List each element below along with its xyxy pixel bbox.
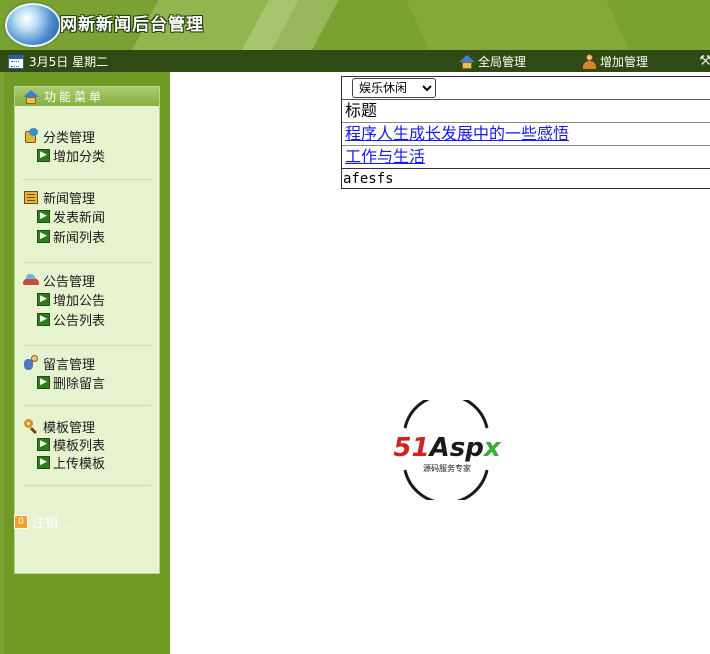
user-icon	[582, 54, 597, 69]
arrow-right-icon: ▶	[37, 375, 50, 389]
home-icon	[23, 89, 39, 104]
arrow-right-icon: ▶	[37, 292, 50, 306]
menu-item-delete-messages[interactable]: ▶ 删除留言	[15, 372, 159, 392]
template-icon	[23, 418, 39, 434]
menu-item-news-list[interactable]: ▶ 新闻列表	[15, 226, 159, 246]
group-label: 公告管理	[43, 274, 96, 290]
group-label: 留言管理	[43, 357, 96, 373]
menu-item-label: 删除留言	[53, 376, 106, 392]
date-display: 3月5日 星期二	[8, 53, 108, 70]
group-head-templates: 模板管理	[15, 417, 159, 436]
table-row: 程序人生成长发展中的一些感悟	[342, 123, 710, 146]
calendar-icon	[8, 54, 24, 69]
group-label: 模板管理	[43, 420, 96, 436]
logout-label: 注销...	[32, 516, 71, 531]
menu-group-messages: 留言管理 ▶ 删除留言	[15, 354, 159, 392]
menu-group-notice: 公告管理 ▶ 增加公告 ▶ 公告列表	[15, 271, 159, 329]
add-admin-label: 增加管理	[600, 55, 649, 69]
main-content: 娱乐休闲 标题 程序人生成长发展中的一些感悟 工作与生活 afesfs 51As…	[170, 72, 710, 654]
group-head-messages: 留言管理	[15, 354, 159, 373]
table-row: 工作与生活	[342, 146, 710, 168]
add-admin-link[interactable]: 增加管理	[582, 53, 648, 70]
menu-item-label: 增加公告	[53, 293, 106, 309]
arrow-right-icon: ▶	[37, 148, 50, 162]
message-icon	[23, 355, 39, 371]
group-head-notice: 公告管理	[15, 271, 159, 290]
arrow-right-icon: ▶	[37, 312, 50, 326]
menu-group-templates: 模板管理 ▶ 模板列表 ▶ 上传模板	[15, 417, 159, 472]
news-table: 娱乐休闲 标题 程序人生成长发展中的一些感悟 工作与生活	[341, 76, 710, 169]
menu-title-bar: 功能菜单	[15, 87, 159, 106]
divider	[23, 405, 151, 406]
menu-item-label: 增加分类	[53, 149, 106, 165]
menu-item-add-category[interactable]: ▶ 增加分类	[15, 145, 159, 165]
menu-item-notice-list[interactable]: ▶ 公告列表	[15, 309, 159, 329]
group-label: 分类管理	[43, 130, 96, 146]
table-header: 标题	[342, 100, 710, 123]
news-title-link[interactable]: 工作与生活	[345, 147, 425, 166]
group-head-category: 分类管理	[15, 127, 159, 146]
site-title: 网新新闻后台管理	[60, 15, 204, 35]
coins-icon	[23, 128, 39, 144]
divider	[23, 485, 151, 486]
brand-tagline: 源码服务专家	[423, 463, 471, 473]
home-icon	[459, 54, 475, 69]
brand-logo: 51Aspx 源码服务专家	[393, 400, 502, 500]
menu-title: 功能菜单	[44, 90, 105, 104]
top-bar: 3月5日 星期二 全局管理 增加管理 ⚒	[0, 50, 710, 72]
category-select[interactable]: 娱乐休闲	[352, 78, 436, 98]
filter-row: 娱乐休闲	[342, 77, 710, 100]
menu-item-publish-news[interactable]: ▶ 发表新闻	[15, 206, 159, 226]
menu-item-template-list[interactable]: ▶ 模板列表	[15, 435, 159, 454]
globe-logo-icon	[5, 3, 61, 47]
global-manage-label: 全局管理	[478, 55, 527, 69]
header-banner: 网新新闻后台管理	[0, 0, 710, 50]
arrow-right-icon: ▶	[37, 455, 50, 469]
newspaper-icon	[23, 189, 39, 205]
divider	[23, 345, 151, 346]
date-text: 3月5日 星期二	[29, 55, 109, 69]
function-menu-panel: 功能菜单 分类管理 ▶ 增加分类 新闻管理 ▶ 发表新闻 ▶ 新闻列表 公告管理…	[14, 86, 160, 574]
menu-group-category: 分类管理 ▶ 增加分类	[15, 127, 159, 165]
logo-arc-top	[403, 400, 489, 429]
global-manage-link[interactable]: 全局管理	[459, 53, 526, 70]
sidebar: 功能菜单 分类管理 ▶ 增加分类 新闻管理 ▶ 发表新闻 ▶ 新闻列表 公告管理…	[0, 72, 170, 654]
group-label: 新闻管理	[43, 191, 96, 207]
menu-group-news: 新闻管理 ▶ 发表新闻 ▶ 新闻列表	[15, 188, 159, 246]
car-icon	[23, 272, 39, 288]
news-title-link[interactable]: 程序人生成长发展中的一些感悟	[345, 124, 569, 143]
wrench-icon: ⚒	[699, 53, 710, 69]
menu-item-label: 上传模板	[53, 456, 106, 472]
logout-link[interactable]: 0 注销...	[14, 512, 70, 531]
group-head-news: 新闻管理	[15, 188, 159, 207]
divider	[23, 262, 151, 263]
menu-item-label: 发表新闻	[53, 210, 106, 226]
menu-item-label: 模板列表	[53, 438, 106, 454]
menu-item-add-notice[interactable]: ▶ 增加公告	[15, 289, 159, 309]
menu-item-label: 公告列表	[53, 313, 106, 329]
logo-arc-bottom	[403, 469, 489, 500]
tools-link[interactable]: ⚒	[699, 53, 710, 69]
menu-item-label: 新闻列表	[53, 230, 106, 246]
divider	[23, 179, 151, 180]
arrow-right-icon: ▶	[37, 437, 50, 451]
arrow-right-icon: ▶	[37, 229, 50, 243]
footer-text: afesfs	[341, 168, 710, 189]
arrow-right-icon: ▶	[37, 209, 50, 223]
power-icon: 0	[14, 514, 28, 529]
header-decoration	[393, 0, 647, 50]
brand-name: 51Aspx	[393, 433, 501, 463]
menu-item-upload-template[interactable]: ▶ 上传模板	[15, 453, 159, 472]
